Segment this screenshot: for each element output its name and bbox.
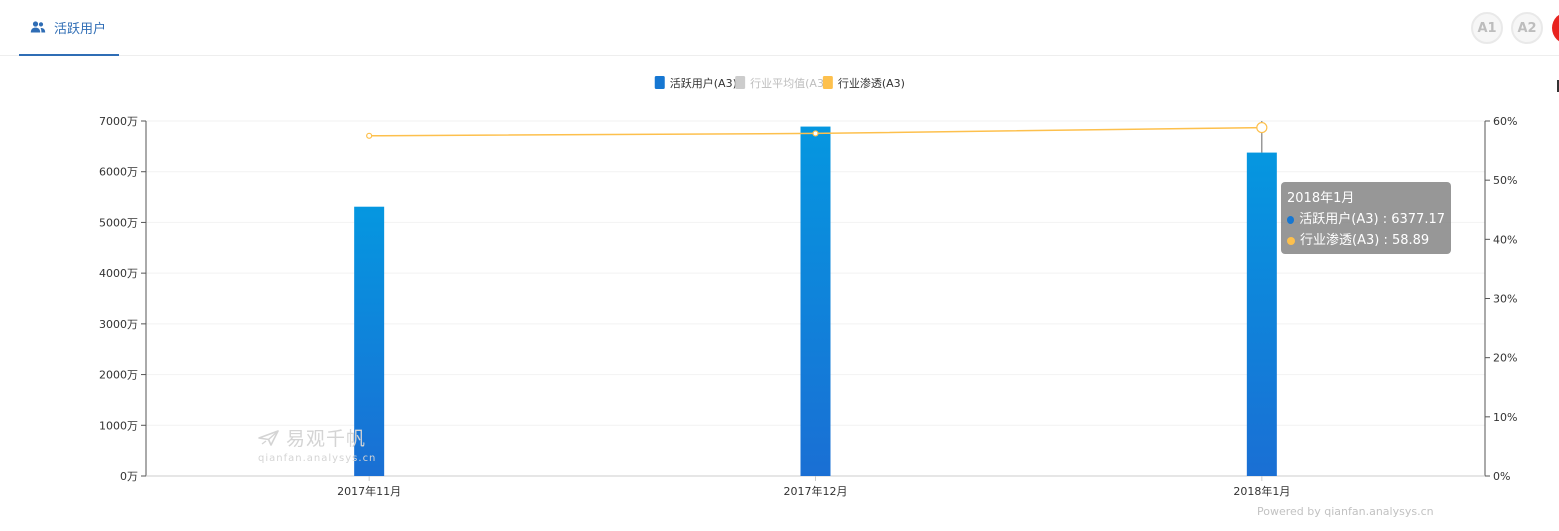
y-left-tick-label: 4000万 — [99, 267, 138, 280]
y-left-tick-label: 7000万 — [99, 115, 138, 128]
legend-swatch — [822, 76, 833, 89]
legend-swatch — [654, 76, 665, 89]
y-right-tick-label: 30% — [1493, 293, 1517, 306]
watermark: 易观千帆 qianfan.analysys.cn — [258, 424, 376, 464]
y-right-tick-label: 0% — [1493, 470, 1510, 483]
y-right-tick-label: 60% — [1493, 115, 1517, 128]
bar — [1246, 152, 1277, 477]
chart: 0万 1000万 2000万 3000万 4000万 5000万 6000万 7000万 0% 1… — [99, 76, 1517, 498]
x-tick-label: 2017年11月 — [337, 484, 401, 498]
line-point — [812, 130, 819, 137]
y-left-tick-label: 5000万 — [99, 216, 138, 229]
tooltip: 2018年1月 活跃用户(A3) : 6377.17 行业渗透(A3) : 58… — [1281, 182, 1451, 254]
watermark-cn: 易观千帆 — [286, 428, 367, 450]
legend-label: 行业渗透(A3) — [838, 76, 905, 90]
y-right-tick-label: 50% — [1493, 174, 1517, 187]
x-tick-label: 2017年12月 — [784, 484, 848, 498]
y-right-tick-label: 10% — [1493, 411, 1517, 424]
line-point — [1256, 121, 1268, 134]
line-point — [366, 132, 373, 139]
tooltip-row-label: 行业渗透(A3) : 58.89 — [1300, 233, 1430, 248]
tooltip-row-active-users: 活跃用户(A3) : 6377.17 — [1287, 209, 1445, 230]
y-left-tick-label: 2000万 — [99, 369, 138, 382]
legend-label: 行业平均值(A3) — [750, 77, 828, 90]
tooltip-title: 2018年1月 — [1287, 191, 1355, 206]
bar — [800, 126, 831, 476]
y-left-tick-label: 3000万 — [99, 318, 138, 331]
tooltip-dot-yellow — [1287, 236, 1295, 245]
tooltip-row-penetration: 行业渗透(A3) : 58.89 — [1287, 230, 1445, 251]
watermark-en: qianfan.analysys.cn — [258, 453, 377, 464]
y-right-tick-label: 20% — [1493, 352, 1517, 365]
x-tick-label: 2018年1月 — [1233, 484, 1290, 498]
legend-swatch — [735, 76, 746, 89]
powered-by: Powered by qianfan.analysys.cn — [1257, 505, 1434, 518]
legend-label: 活跃用户(A3) — [670, 76, 737, 90]
tooltip-dot-blue — [1287, 215, 1295, 224]
plane-logo-icon — [258, 429, 279, 446]
y-right-tick-label: 40% — [1493, 233, 1517, 246]
y-left-tick-label: 0万 — [120, 470, 138, 483]
y-left-tick-label: 6000万 — [99, 166, 138, 179]
y-left-tick-label: 1000万 — [99, 419, 138, 432]
tooltip-row-label: 活跃用户(A3) : 6377.17 — [1299, 212, 1445, 227]
